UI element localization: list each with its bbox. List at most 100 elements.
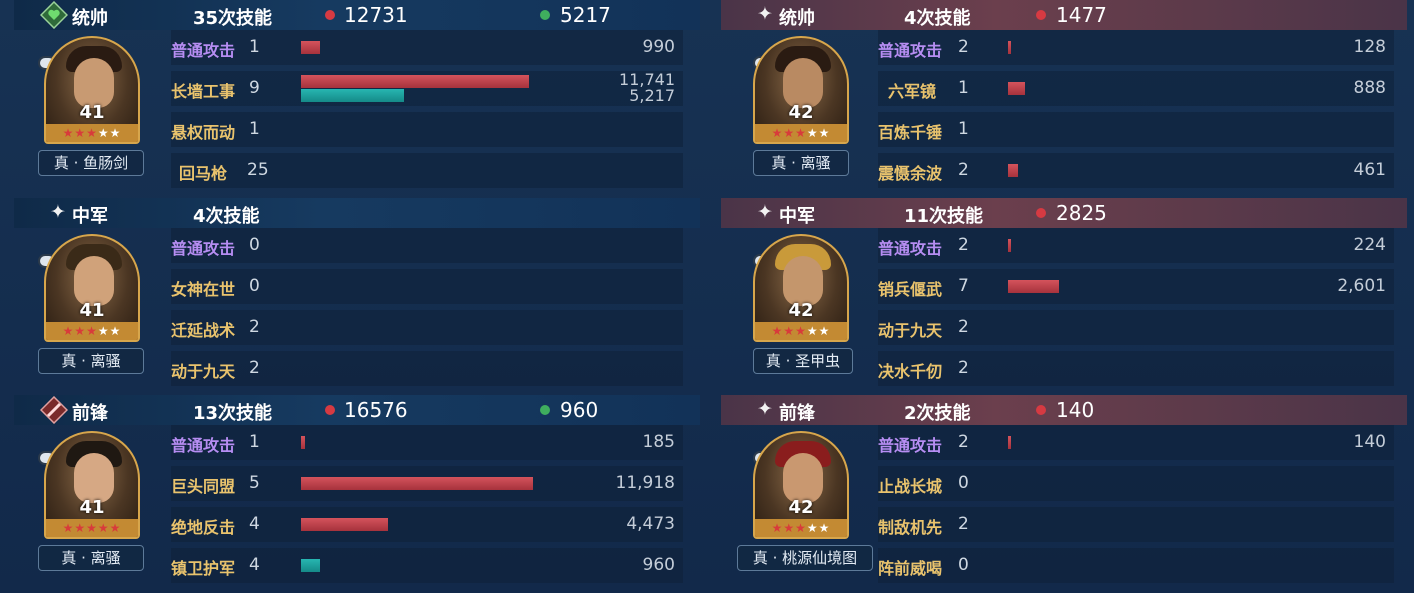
- skill-row: 阵前威喝 0: [878, 548, 1394, 583]
- right-commander-section: ✦ 统帅 4次技能 1477 42 ★★★★★ 真 · 离骚 普通攻击 2 12…: [721, 0, 1407, 198]
- skill-cast-count: 0: [958, 555, 969, 575]
- skill-row: 动于九天 2: [171, 351, 683, 386]
- skill-name: 震慑余波: [878, 164, 943, 183]
- general-level: 42: [788, 497, 814, 518]
- skill-row: 普通攻击 1 990: [171, 30, 683, 65]
- skill-cast-count: 7: [958, 276, 969, 296]
- sparkle-star-icon: ✦: [757, 201, 773, 223]
- skill-row: 巨头同盟 5 11,918: [171, 466, 683, 501]
- skill-row: 回马枪 25: [171, 153, 683, 188]
- damage-total: 16576: [344, 398, 408, 422]
- left-commander-section: 统帅 35次技能 12731 5217 41 ★★★★★ 真 · 鱼肠剑 普通攻…: [14, 0, 700, 198]
- skill-cast-count: 2: [958, 160, 969, 180]
- skill-cast-count: 2: [958, 317, 969, 337]
- skill-name: 销兵偃武: [878, 280, 943, 299]
- role-label: 统帅: [72, 8, 108, 29]
- equipment-tag[interactable]: 真 · 圣甲虫: [753, 348, 853, 374]
- skill-name: 制敌机先: [878, 518, 943, 537]
- skill-row: 普通攻击 2 140: [878, 425, 1394, 460]
- damage-bar: [301, 436, 305, 449]
- skill-name: 迁延战术: [171, 321, 236, 340]
- equipment-tag[interactable]: 真 · 桃源仙境图: [737, 545, 873, 571]
- left-team-panel: 统帅 35次技能 12731 5217 41 ★★★★★ 真 · 鱼肠剑 普通攻…: [14, 0, 700, 593]
- skill-name: 普通攻击: [878, 41, 943, 60]
- skill-row: 女神在世 0: [171, 269, 683, 304]
- section-header: ✦ 前锋 2次技能 140: [721, 395, 1407, 425]
- right-vanguard-section: ✦ 前锋 2次技能 140 42 ★★★★★ 真 · 桃源仙境图 普通攻击 2 …: [721, 395, 1407, 593]
- skill-heal-value: 5,217: [629, 86, 675, 105]
- skill-name: 普通攻击: [171, 436, 236, 455]
- skill-cast-count: 0: [249, 276, 260, 296]
- skill-cast-count: 0: [958, 473, 969, 493]
- general-portrait[interactable]: 41 ★★★★★: [44, 36, 140, 144]
- skill-row: 止战长城 0: [878, 466, 1394, 501]
- equipment-tag[interactable]: 真 · 鱼肠剑: [38, 150, 144, 176]
- general-level: 41: [79, 102, 105, 123]
- skill-cast-count: 2: [958, 235, 969, 255]
- damage-bar: [301, 477, 533, 490]
- damage-bar: [1008, 280, 1059, 293]
- general-portrait[interactable]: 41 ★★★★★: [44, 431, 140, 539]
- skill-cast-count: 25: [247, 160, 269, 180]
- skill-row: 普通攻击 0: [171, 228, 683, 263]
- skill-cast-count: 2: [249, 317, 260, 337]
- damage-total: 140: [1056, 398, 1095, 422]
- skill-cast-count: 4: [249, 514, 260, 534]
- skill-cast-count: 1: [958, 119, 969, 139]
- general-portrait[interactable]: 42 ★★★★★: [753, 36, 849, 144]
- skill-name: 巨头同盟: [171, 477, 236, 496]
- equipment-tag[interactable]: 真 · 离骚: [38, 545, 144, 571]
- general-level: 41: [79, 497, 105, 518]
- damage-total: 1477: [1056, 3, 1107, 27]
- general-portrait[interactable]: 42 ★★★★★: [753, 431, 849, 539]
- skill-name: 止战长城: [878, 477, 943, 496]
- right-middle-section: ✦ 中军 11次技能 2825 42 ★★★★★ 真 · 圣甲虫 普通攻击 2 …: [721, 198, 1407, 396]
- general-portrait[interactable]: 42 ★★★★★: [753, 234, 849, 342]
- skill-cast-count: 4: [249, 555, 260, 575]
- damage-bar: [1008, 436, 1011, 449]
- skill-cast-count: 0: [249, 235, 260, 255]
- general-level: 42: [788, 102, 814, 123]
- skill-count: 11次技能: [904, 206, 984, 227]
- skill-row: 普通攻击 2 128: [878, 30, 1394, 65]
- skill-cast-count: 9: [249, 78, 260, 98]
- skill-row: 普通攻击 1 185: [171, 425, 683, 460]
- skill-row: 动于九天 2: [878, 310, 1394, 345]
- damage-bar: [301, 518, 388, 531]
- skill-value: 4,473: [626, 514, 675, 534]
- star-rating: ★★★★★: [755, 322, 847, 340]
- equipment-tag[interactable]: 真 · 离骚: [38, 348, 144, 374]
- damage-bar: [1008, 41, 1011, 54]
- star-rating: ★★★★★: [46, 124, 138, 142]
- skill-value: 888: [1353, 78, 1386, 98]
- damage-bar: [301, 75, 529, 88]
- damage-dot-icon: [1036, 405, 1046, 415]
- skill-name: 长墙工事: [171, 82, 236, 101]
- skill-row: 普通攻击 2 224: [878, 228, 1394, 263]
- section-header: ✦ 统帅 4次技能 1477: [721, 0, 1407, 30]
- damage-bar: [301, 41, 320, 54]
- general-level: 41: [79, 300, 105, 321]
- general-portrait[interactable]: 41 ★★★★★: [44, 234, 140, 342]
- section-header: ✦ 中军 4次技能: [14, 198, 700, 228]
- skill-name: 普通攻击: [171, 41, 236, 60]
- equipment-tag[interactable]: 真 · 离骚: [753, 150, 849, 176]
- section-header: ✦ 中军 11次技能 2825: [721, 198, 1407, 228]
- damage-dot-icon: [1036, 10, 1046, 20]
- star-rating: ★★★★★: [46, 519, 138, 537]
- skill-row: 迁延战术 2: [171, 310, 683, 345]
- section-header: 统帅 35次技能 12731 5217: [14, 0, 700, 30]
- skill-cast-count: 2: [958, 358, 969, 378]
- skill-name: 回马枪: [179, 164, 228, 183]
- skill-row: 决水千仞 2: [878, 351, 1394, 386]
- role-label: 前锋: [779, 403, 815, 424]
- skill-name: 百炼千锤: [878, 123, 943, 142]
- damage-dot-icon: [325, 10, 335, 20]
- section-header: 前锋 13次技能 16576 960: [14, 395, 700, 425]
- skill-row: 震慑余波 2 461: [878, 153, 1394, 188]
- skill-name: 普通攻击: [878, 239, 943, 258]
- role-label: 统帅: [779, 8, 815, 29]
- sparkle-star-icon: ✦: [757, 398, 773, 420]
- skill-name: 悬权而动: [171, 123, 236, 142]
- star-rating: ★★★★★: [46, 322, 138, 340]
